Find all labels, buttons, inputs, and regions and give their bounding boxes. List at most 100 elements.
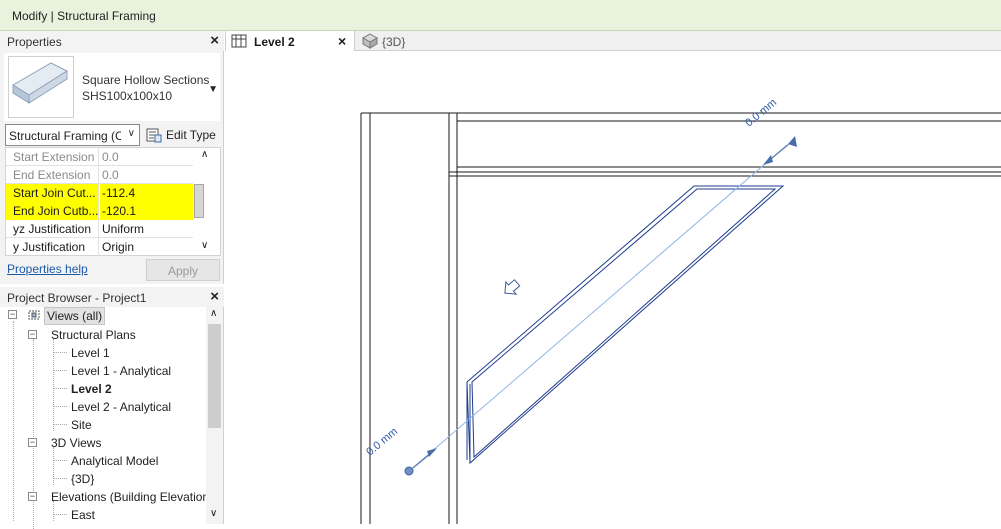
tree-label: Analytical Model <box>71 454 159 468</box>
ribbon-context-bar: Modify | Structural Framing <box>0 0 1001 31</box>
tree-label: Site <box>71 418 92 432</box>
dropdown-arrow-icon[interactable]: ▼ <box>208 84 218 95</box>
property-key: y Justification <box>6 238 99 255</box>
properties-palette: Properties × Square Hollow Sections SHS1… <box>0 31 224 284</box>
tree-line <box>53 514 67 515</box>
tree-label: Level 2 <box>71 382 112 396</box>
close-icon[interactable]: × <box>338 33 346 49</box>
tree-line <box>53 501 54 521</box>
structural-view-svg[interactable]: 0.0 mm 0.0 mm <box>227 52 1001 524</box>
property-value[interactable]: 0.0 <box>100 166 194 184</box>
apply-button[interactable]: Apply <box>146 259 220 281</box>
browser-header: Project Browser - Project1 × <box>0 287 224 307</box>
property-row[interactable]: y Justification Origin <box>6 238 194 255</box>
tree-label: Elevations (Building Elevation <box>51 490 210 504</box>
project-browser: Project Browser - Project1 × − Views (al… <box>0 287 224 529</box>
floor-plan-icon <box>231 34 247 48</box>
tree-line <box>53 460 67 461</box>
tree-node-plan[interactable]: Site <box>71 418 92 436</box>
tree-line <box>53 370 67 371</box>
tree-line <box>53 388 67 389</box>
instance-filter-value: Structural Framing (C <box>9 129 121 143</box>
property-value[interactable]: -120.1 <box>100 202 194 220</box>
edit-type-button[interactable]: Edit Type <box>144 125 220 145</box>
property-row[interactable]: Start Extension 0.0 <box>6 148 194 166</box>
tree-node-plan-active[interactable]: Level 2 <box>71 382 112 400</box>
type-selector[interactable]: Square Hollow Sections SHS100x100x10 ▼ <box>4 53 220 121</box>
tree-label: Level 1 <box>71 346 110 360</box>
tree-label: 3D Views <box>51 436 102 450</box>
scroll-up-icon[interactable]: ∧ <box>201 149 208 160</box>
tree-node-3d-view[interactable]: {3D} <box>71 472 94 490</box>
tree-line <box>53 478 67 479</box>
brace-member[interactable] <box>466 185 785 465</box>
instance-filter-dropdown[interactable]: Structural Framing (C ∨ <box>5 124 140 146</box>
property-row[interactable]: End Join Cutb... -120.1 <box>6 202 194 220</box>
3d-view-icon <box>362 33 378 49</box>
context-title: Modify | Structural Framing <box>12 9 156 23</box>
views-root-label: Views (all) <box>44 307 106 325</box>
expand-minus-icon[interactable]: − <box>8 310 17 319</box>
expand-minus-icon[interactable]: − <box>28 492 37 501</box>
property-value[interactable]: Uniform <box>100 220 194 238</box>
scroll-up-icon[interactable]: ∧ <box>210 308 217 319</box>
property-row[interactable]: yz Justification Uniform <box>6 220 194 238</box>
type-family-label: Square Hollow Sections <box>82 73 210 87</box>
view-tabs: Level 2 × {3D} <box>225 31 1001 51</box>
tree-label: Level 2 - Analytical <box>71 400 172 414</box>
type-size-label: SHS100x100x10 <box>82 89 173 103</box>
tree-node-plan[interactable]: Level 1 <box>71 346 110 364</box>
property-key: Start Join Cut... <box>6 184 99 202</box>
structural-frame-lines <box>360 112 1001 524</box>
hollow-section-preview-icon <box>8 56 74 118</box>
scrollbar-thumb[interactable] <box>208 324 221 428</box>
property-value[interactable]: 0.0 <box>100 148 194 166</box>
edit-type-label: Edit Type <box>166 128 216 142</box>
browser-title: Project Browser - Project1 <box>7 291 147 305</box>
tree-node-plan[interactable]: Level 1 - Analytical <box>71 364 171 382</box>
view-group-icon <box>28 310 40 320</box>
properties-grid: Start Extension 0.0 End Extension 0.0 St… <box>5 147 221 256</box>
tree-label: Structural Plans <box>51 328 136 342</box>
scroll-down-icon[interactable]: ∨ <box>201 240 208 251</box>
tab-level-2[interactable]: Level 2 × <box>225 31 355 51</box>
tree-line <box>53 424 67 425</box>
tab-label: {3D} <box>382 35 406 49</box>
property-key: yz Justification <box>6 220 99 238</box>
tree-label: {3D} <box>71 472 95 486</box>
chevron-down-icon: ∨ <box>127 128 135 139</box>
browser-scrollbar[interactable]: ∧ ∨ <box>206 307 223 524</box>
properties-help-link[interactable]: Properties help <box>7 262 88 276</box>
scroll-down-icon[interactable]: ∨ <box>210 508 217 519</box>
close-icon[interactable]: × <box>210 32 219 49</box>
property-value[interactable]: -112.4 <box>100 184 194 202</box>
properties-title: Properties <box>7 35 62 49</box>
analytical-line <box>408 144 788 472</box>
edit-type-icon <box>146 128 162 143</box>
property-row[interactable]: End Extension 0.0 <box>6 166 194 184</box>
tab-label: Level 2 <box>254 35 295 49</box>
tree-node-3d-view[interactable]: Analytical Model <box>71 454 158 472</box>
tab-3d[interactable]: {3D} <box>358 31 428 51</box>
tree-line <box>13 321 14 521</box>
property-row[interactable]: Start Join Cut... -112.4 <box>6 184 194 202</box>
properties-header: Properties × <box>0 31 224 51</box>
property-key: End Join Cutb... <box>6 202 99 220</box>
expand-minus-icon[interactable]: − <box>28 330 37 339</box>
view-control-bar[interactable] <box>300 518 1001 524</box>
flip-arrow-icon[interactable] <box>500 277 523 300</box>
end-grip-bottom[interactable] <box>404 448 437 476</box>
expand-minus-icon[interactable]: − <box>28 438 37 447</box>
tree-line <box>53 406 67 407</box>
tree-line <box>53 352 67 353</box>
property-value[interactable]: Origin <box>100 238 194 255</box>
scrollbar-thumb[interactable] <box>194 184 204 218</box>
tree-node-plan[interactable]: Level 2 - Analytical <box>71 400 171 418</box>
views-root-text: Views (all) <box>47 309 103 323</box>
drawing-area[interactable]: 0.0 mm 0.0 mm <box>227 52 1001 524</box>
properties-scrollbar[interactable]: ∧ ∨ <box>193 148 220 255</box>
tree-node-elevation[interactable]: East <box>71 508 95 526</box>
tree-label: Level 1 - Analytical <box>71 364 172 378</box>
tree-label: East <box>71 508 96 522</box>
close-icon[interactable]: × <box>210 288 219 305</box>
